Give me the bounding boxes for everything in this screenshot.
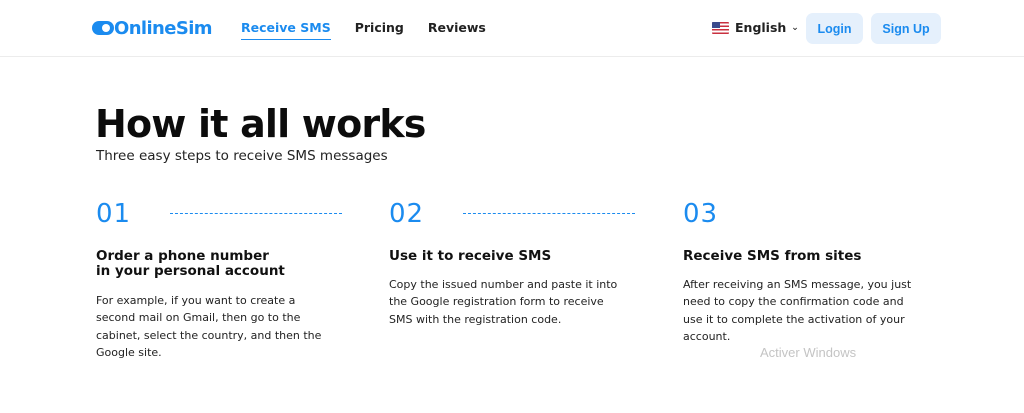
nav-reviews[interactable]: Reviews [428,20,486,40]
step-1: 01 Order a phone number in your personal… [96,199,346,359]
chevron-down-icon: ⌄ [791,22,799,33]
login-button[interactable]: Login [806,13,863,44]
step-description: After receiving an SMS message, you just… [683,278,912,343]
step-description: Copy the issued number and paste it into… [389,278,618,326]
us-flag-icon [712,21,729,34]
step-title-line: Use it to receive SMS [389,248,552,264]
logo[interactable]: OnlineSim [92,17,213,39]
language-selector[interactable]: English ⌄ [712,20,799,35]
step-title-line: Order a phone number [96,248,269,264]
step-connector-line [463,213,635,214]
os-activation-watermark: Activer Windows [760,345,857,360]
step-title: Order a phone number in your personal ac… [96,249,336,279]
step-2: 02 Use it to receive SMS Copy the issued… [389,199,639,326]
page-subtitle: Three easy steps to receive SMS messages [96,148,388,164]
main-nav: Receive SMS Pricing Reviews [241,20,486,40]
step-connector-line [170,213,342,214]
logo-toggle-icon [92,20,114,36]
nav-pricing[interactable]: Pricing [355,20,404,40]
language-label: English [735,20,787,35]
step-number: 03 [683,199,719,229]
page-title: How it all works [95,102,426,146]
step-title: Receive SMS from sites [683,249,923,264]
signup-button[interactable]: Sign Up [871,13,941,44]
step-title-line: Receive SMS from sites [683,248,862,264]
how-it-works-section: How it all works Three easy steps to rec… [0,57,1024,413]
step-description: For example, if you want to create a sec… [96,294,322,359]
step-number: 01 [96,199,132,229]
step-number: 02 [389,199,425,229]
step-title: Use it to receive SMS [389,249,629,264]
site-header: OnlineSim Receive SMS Pricing Reviews En… [0,0,1024,57]
step-3: 03 Receive SMS from sites After receivin… [683,199,933,343]
step-title-line: in your personal account [96,263,285,279]
logo-text: OnlineSim [114,17,213,39]
nav-receive-sms[interactable]: Receive SMS [241,20,331,40]
